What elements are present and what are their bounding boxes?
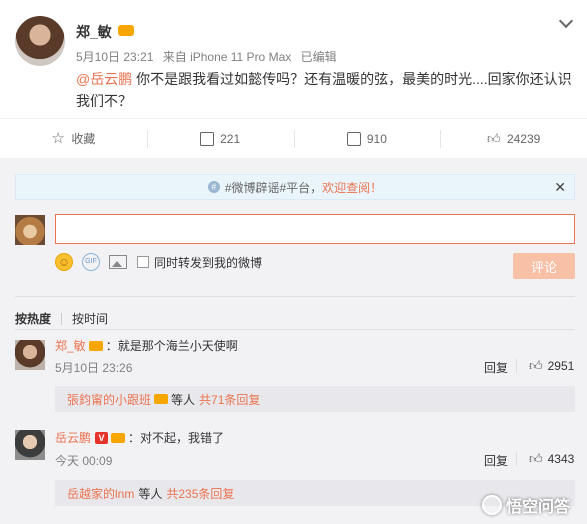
sub-reply-mid: 等人 <box>171 392 196 407</box>
emoji-icon[interactable]: ☺ <box>55 253 73 271</box>
sub-reply-count[interactable]: 共71条回复 <box>199 391 260 408</box>
comment-user[interactable]: 郑_敏 <box>55 337 86 354</box>
post-timestamp[interactable]: 5月10日 23:21 <box>76 50 153 64</box>
comment-time: 5月10日 23:26 <box>55 361 133 375</box>
repost-button[interactable]: 221 <box>146 119 294 158</box>
like-button[interactable]: 👍︎ 24239 <box>440 119 587 158</box>
rumor-notice-banner: # #微博辟谣#平台， 欢迎查阅！ ✕ <box>15 174 575 200</box>
vip-badge-icon <box>88 340 103 351</box>
comment-like-button[interactable]: 👍︎ 2951 <box>529 358 574 374</box>
sub-replies-box[interactable]: 張鈞甯的小跟班 等人 共71条回复 <box>55 386 575 412</box>
thumbs-up-icon: 👍︎ <box>486 130 501 146</box>
notice-text: #微博辟谣#平台， <box>224 180 323 195</box>
comment-text: ：就是那个海兰小天使啊 <box>105 339 238 353</box>
tab-sort-hot[interactable]: 按热度 <box>15 310 51 327</box>
comment-time: 今天 00:09 <box>55 454 113 468</box>
vip-badge-icon <box>111 432 126 443</box>
verified-badge-icon: V <box>95 431 109 444</box>
comment-line: 岳云鹏 V ：对不起，我错了 <box>55 429 224 446</box>
post-text-line1: 你不是跟我看过如懿传吗？还有温暖的弦，最美的时光....回家你还认识 <box>132 71 572 87</box>
reply-button[interactable]: 回复 <box>484 452 508 469</box>
mention-link[interactable]: @岳云鹏 <box>76 71 132 87</box>
favorite-label: 收藏 <box>71 132 96 146</box>
post-source: 来自 iPhone 11 Pro Max <box>162 50 292 64</box>
vip-badge-icon <box>117 25 134 36</box>
comment-icon <box>346 131 361 146</box>
close-icon[interactable]: ✕ <box>554 179 566 196</box>
share-icon <box>200 131 215 146</box>
comment-input[interactable] <box>55 214 575 244</box>
repost-checkbox-label[interactable]: 同时转发到我的微博 <box>154 254 262 271</box>
author-name[interactable]: 郑_敏 <box>76 24 112 40</box>
comment-avatar[interactable] <box>15 430 45 460</box>
favorite-button[interactable]: ☆ 收藏 <box>0 119 147 158</box>
watermark: 悟空问答 <box>482 492 582 518</box>
vip-badge-icon <box>154 394 169 404</box>
sort-divider <box>61 312 63 325</box>
divider <box>15 329 575 330</box>
author-avatar[interactable] <box>15 16 65 66</box>
repost-checkbox[interactable] <box>137 256 149 268</box>
gif-icon[interactable]: GIF <box>82 253 100 271</box>
comment-user[interactable]: 岳云鹏 <box>55 429 91 446</box>
tab-sort-time[interactable]: 按时间 <box>72 310 108 327</box>
sub-reply-mid: 等人 <box>138 486 163 501</box>
divider <box>516 452 517 466</box>
comment-button[interactable]: 910 <box>293 119 441 158</box>
author-line: 郑_敏 <box>76 22 134 42</box>
comment-like-button[interactable]: 👍︎ 4343 <box>529 451 574 467</box>
repost-count: 221 <box>220 131 241 146</box>
reply-button[interactable]: 回复 <box>484 359 508 376</box>
sort-tabs: 按热度 按时间 <box>15 310 108 327</box>
comment-text: ：对不起，我错了 <box>128 431 225 445</box>
weibo-post: 郑_敏 5月10日 23:21 来自 iPhone 11 Pro Max 已编辑… <box>0 0 587 118</box>
comment-line: 郑_敏 ：就是那个海兰小天使啊 <box>55 337 238 354</box>
watermark-text: 悟空问答 <box>506 499 571 516</box>
composer-tools: ☺ GIF 同时转发到我的微博 <box>55 253 262 271</box>
post-text-line2: 我们不？ <box>76 93 132 109</box>
chevron-down-icon[interactable] <box>558 13 574 29</box>
thumbs-up-icon: 👍︎ <box>529 451 543 466</box>
action-bar: ☆ 收藏 221 910 👍︎ 24239 <box>0 118 587 158</box>
star-icon: ☆ <box>51 129 65 147</box>
submit-comment-button[interactable]: 评论 <box>513 253 575 279</box>
post-meta: 5月10日 23:21 来自 iPhone 11 Pro Max 已编辑 <box>76 48 343 65</box>
thumbs-up-icon: 👍︎ <box>529 358 543 373</box>
comment-like-count: 4343 <box>547 452 575 466</box>
comment-count: 910 <box>366 131 387 146</box>
sub-reply-count[interactable]: 共235条回复 <box>166 485 234 502</box>
sub-reply-user[interactable]: 岳越家的lnm <box>67 485 134 502</box>
comment-like-count: 2951 <box>547 359 575 373</box>
hash-icon: # <box>207 181 220 193</box>
notice-link[interactable]: 欢迎查阅！ <box>322 179 382 196</box>
current-user-avatar <box>15 215 45 245</box>
post-content: @岳云鹏 你不是跟我看过如懿传吗？还有温暖的弦，最美的时光....回家你还认识 … <box>76 68 576 112</box>
divider <box>516 359 517 373</box>
comment-section: # #微博辟谣#平台， 欢迎查阅！ ✕ ☺ GIF 同时转发到我的微博 评论 按… <box>0 158 587 524</box>
divider <box>15 296 575 297</box>
post-edited: 已编辑 <box>300 50 337 64</box>
sub-reply-user[interactable]: 張鈞甯的小跟班 <box>67 391 151 408</box>
wukong-logo-icon <box>482 495 502 515</box>
like-count: 24239 <box>506 131 541 146</box>
image-icon[interactable] <box>109 255 127 269</box>
comment-avatar[interactable] <box>15 340 45 370</box>
